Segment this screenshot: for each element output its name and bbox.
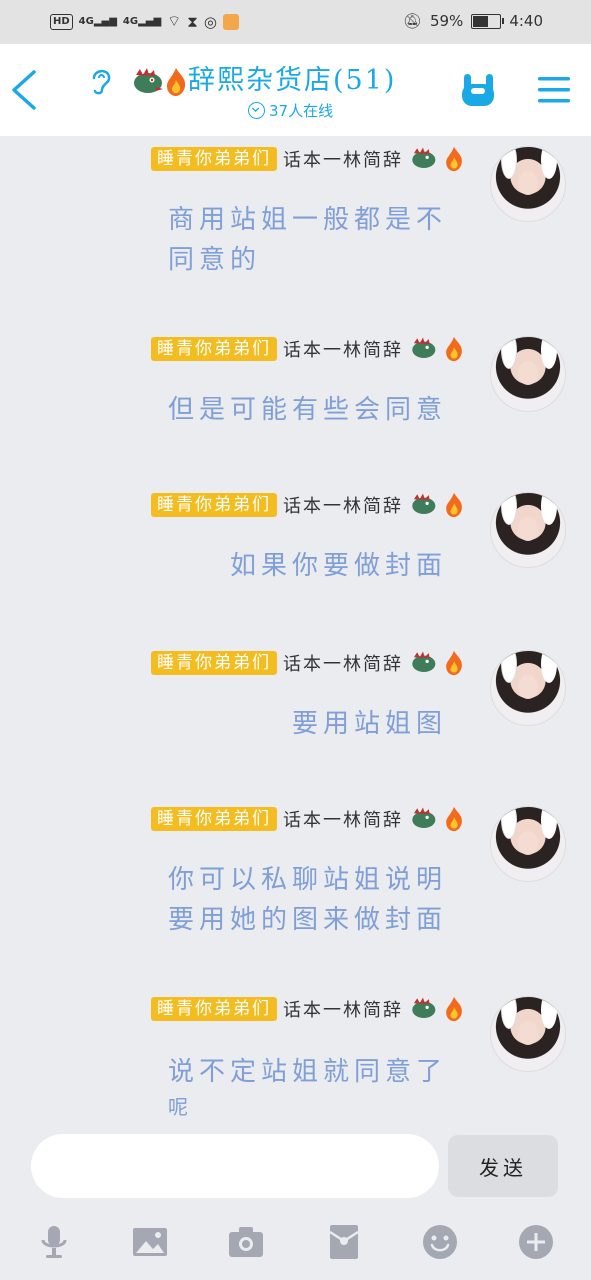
red-packet-icon[interactable] — [326, 1224, 362, 1260]
group-title-text: 辞熙杂货店(51) — [188, 65, 397, 96]
dragon-icon — [412, 651, 436, 673]
message-list[interactable]: 睡青你弟弟们 话本一林简辞 商用站姐一般都是不 同意的 睡青你弟弟们 话本一林简辞… — [0, 136, 591, 1126]
fire-icon — [167, 67, 186, 96]
signal-icon-2: 4G▂▄▆ — [122, 16, 162, 27]
avatar[interactable] — [490, 806, 566, 882]
sender-meta: 睡青你弟弟们 话本一林简辞 — [151, 806, 465, 832]
sender-name[interactable]: 话本一林简辞 — [283, 492, 403, 518]
sender-meta: 睡青你弟弟们 话本一林简辞 — [151, 996, 465, 1022]
hd-badge: HD — [50, 13, 73, 30]
menu-icon[interactable] — [536, 74, 572, 106]
message-text[interactable]: 说不定站姐就同意了呢 — [168, 1052, 447, 1122]
sender-meta: 睡青你弟弟们 话本一林简辞 — [151, 492, 465, 518]
sender-name[interactable]: 话本一林简辞 — [283, 806, 403, 832]
sender-name[interactable]: 话本一林简辞 — [283, 146, 403, 172]
online-text: 37人在线 — [269, 102, 334, 120]
ear-icon[interactable] — [88, 66, 114, 96]
sender-name[interactable]: 话本一林简辞 — [283, 650, 403, 676]
clock: 4:40 — [509, 12, 543, 30]
avatar[interactable] — [490, 336, 566, 412]
battery-percent: 59% — [429, 12, 464, 30]
app-icon — [222, 13, 239, 30]
chat-header: 辞熙杂货店(51) 37人在线 — [0, 44, 591, 136]
message-text[interactable]: 如果你要做封面 — [230, 546, 447, 586]
dragon-icon — [412, 997, 436, 1019]
message-input[interactable] — [31, 1134, 439, 1198]
input-bar: 发送 — [0, 1126, 591, 1214]
online-count[interactable]: 37人在线 — [248, 100, 333, 121]
signal-icon: 4G▂▄▆ — [78, 16, 117, 27]
dragon-icon — [412, 337, 436, 359]
camera-icon[interactable] — [228, 1224, 264, 1260]
message-text[interactable]: 你可以私聊站姐说明 要用她的图来做封面 — [168, 860, 447, 940]
emoji-icon[interactable] — [422, 1224, 458, 1260]
dragon-icon — [412, 493, 436, 515]
sender-meta: 睡青你弟弟们 话本一林简辞 — [151, 650, 465, 676]
message-text[interactable]: 但是可能有些会同意 — [168, 390, 447, 430]
app-notify-icon: ◎ — [203, 12, 217, 31]
chevron-down-icon — [248, 102, 265, 119]
fire-icon — [446, 146, 462, 172]
plus-icon[interactable] — [518, 1224, 554, 1260]
sender-name[interactable]: 话本一林简辞 — [283, 996, 403, 1022]
dragon-icon — [412, 807, 436, 829]
fire-icon — [446, 806, 462, 832]
member-title-badge: 睡青你弟弟们 — [151, 147, 277, 171]
sender-meta: 睡青你弟弟们 话本一林简辞 — [151, 146, 465, 172]
microphone-icon[interactable] — [36, 1224, 72, 1260]
dragon-icon — [134, 67, 163, 93]
image-icon[interactable] — [132, 1224, 168, 1260]
avatar[interactable] — [490, 146, 566, 222]
fire-icon — [446, 996, 462, 1022]
hourglass-icon: ⧗ — [187, 12, 198, 31]
sender-meta: 睡青你弟弟们 话本一林简辞 — [151, 336, 465, 362]
rock-hand-icon[interactable] — [458, 70, 498, 110]
message-text[interactable]: 商用站姐一般都是不 同意的 — [168, 200, 447, 280]
back-arrow-icon[interactable] — [10, 68, 40, 112]
avatar[interactable] — [490, 996, 566, 1072]
fire-icon — [446, 492, 462, 518]
mute-bell-icon: 🔕︎ — [402, 12, 422, 30]
dragon-icon — [412, 147, 436, 169]
member-title-badge: 睡青你弟弟们 — [151, 807, 277, 831]
status-bar: HD 4G▂▄▆ 4G▂▄▆ ⌔ ⧗ ◎ 🔕︎ 59% 4:40 — [0, 0, 591, 44]
fire-icon — [446, 650, 462, 676]
group-title[interactable]: 辞熙杂货店(51) — [130, 58, 396, 97]
avatar[interactable] — [490, 492, 566, 568]
message-text[interactable]: 要用站姐图 — [292, 704, 447, 744]
sender-name[interactable]: 话本一林简辞 — [283, 336, 403, 362]
avatar[interactable] — [490, 650, 566, 726]
send-button[interactable]: 发送 — [448, 1135, 558, 1197]
input-toolbar — [0, 1214, 591, 1280]
battery-icon — [471, 13, 505, 29]
fire-icon — [446, 336, 462, 362]
wifi-icon: ⌔ — [167, 12, 182, 30]
member-title-badge: 睡青你弟弟们 — [151, 337, 277, 361]
member-title-badge: 睡青你弟弟们 — [151, 651, 277, 675]
member-title-badge: 睡青你弟弟们 — [151, 997, 277, 1021]
member-title-badge: 睡青你弟弟们 — [151, 493, 277, 517]
